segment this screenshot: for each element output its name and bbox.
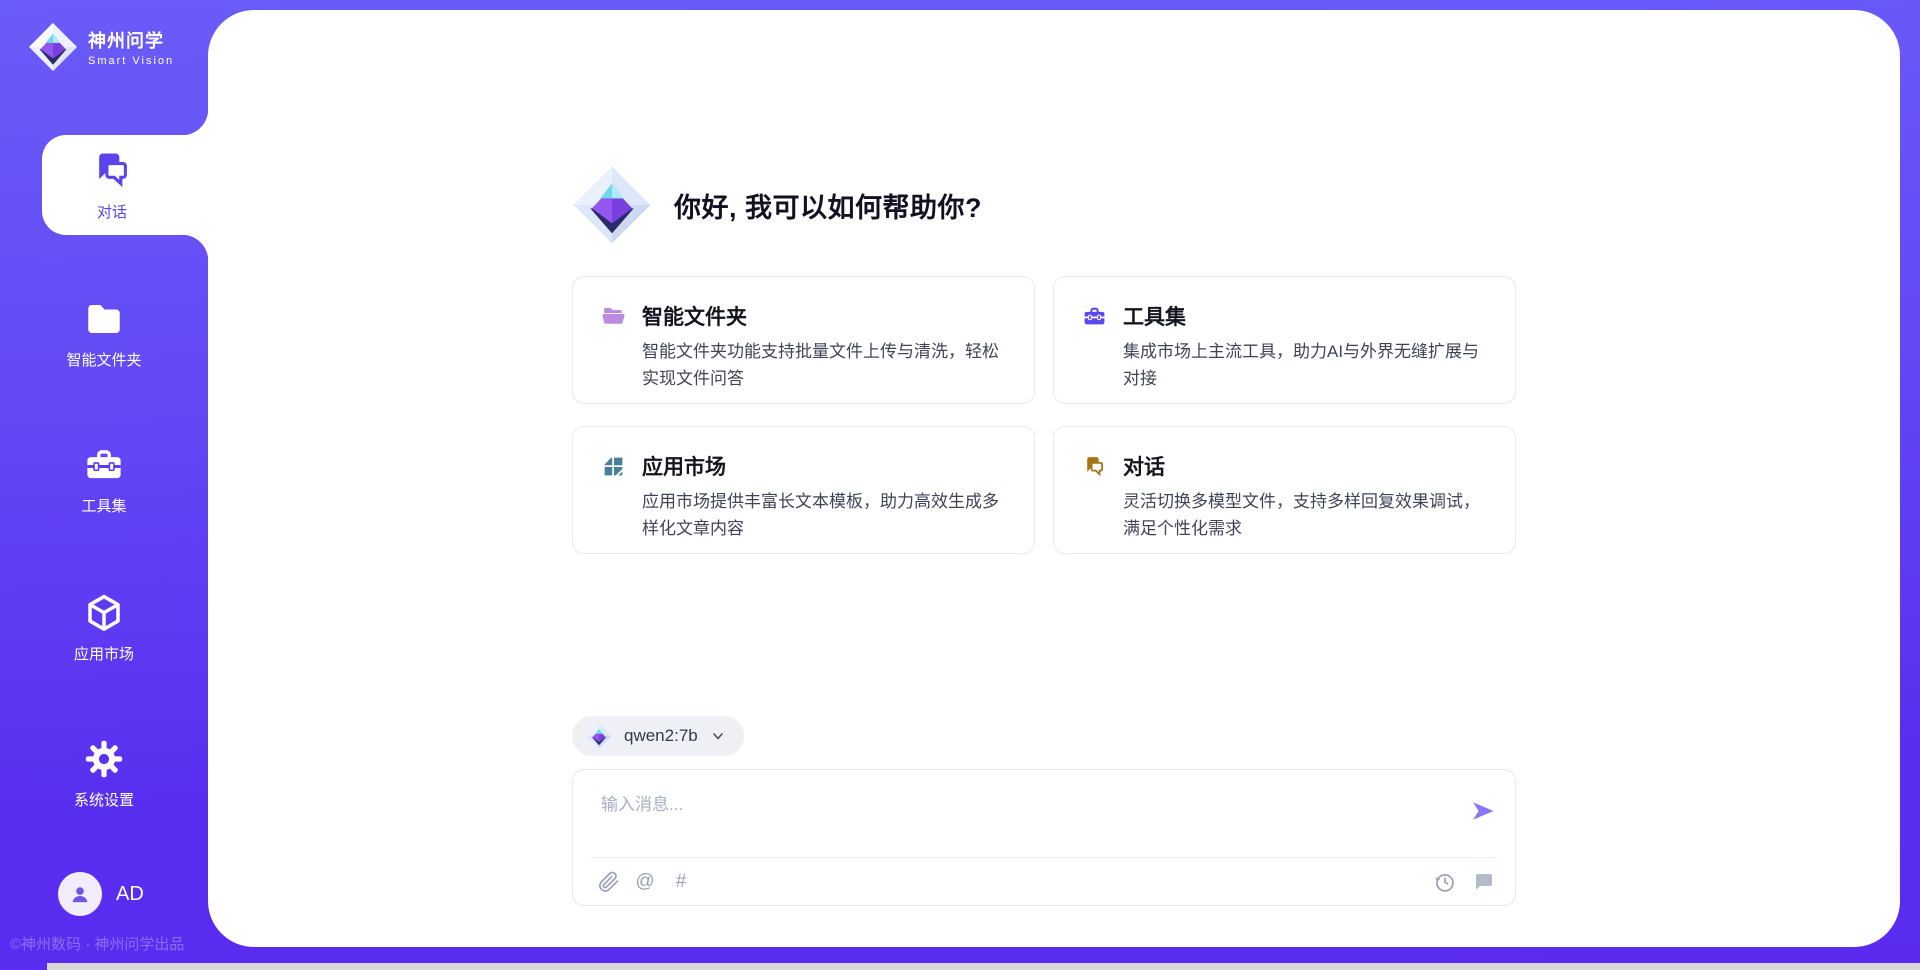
topic-button[interactable]: # <box>669 870 693 894</box>
paperclip-icon <box>597 870 621 894</box>
history-icon <box>1433 870 1457 894</box>
sidebar-item-chat[interactable]: 对话 <box>42 135 208 235</box>
app-logo: 神州问学 Smart Vision <box>28 22 174 72</box>
card-title: 应用市场 <box>642 451 726 481</box>
diamond-logo-icon <box>28 22 78 72</box>
toolbox-icon <box>83 444 125 486</box>
hash-icon: # <box>676 871 687 892</box>
sidebar-item-label: 对话 <box>97 201 127 222</box>
card-smart-folder[interactable]: 智能文件夹 智能文件夹功能支持批量文件上传与清洗，轻松实现文件问答 <box>572 276 1035 404</box>
composer-divider <box>591 857 1497 858</box>
sidebar-item-label: 工具集 <box>81 495 126 516</box>
message-composer: @ # <box>572 769 1516 906</box>
main-content: 你好, 我可以如何帮助你? 智能文件夹 智能文件夹功能支持批量文件上传与清洗，轻… <box>572 10 1516 947</box>
sidebar-item-label: 系统设置 <box>74 789 134 810</box>
card-title: 智能文件夹 <box>642 301 747 331</box>
send-button[interactable] <box>1469 797 1497 825</box>
avatar <box>58 872 102 916</box>
message-input[interactable] <box>601 790 1441 845</box>
gear-icon <box>83 738 125 780</box>
chat-icon <box>90 148 134 192</box>
user-initials: AD <box>116 883 144 906</box>
app-name: 神州问学 <box>88 27 174 53</box>
card-description: 智能文件夹功能支持批量文件上传与清洗，轻松实现文件问答 <box>642 338 1008 392</box>
feature-cards: 智能文件夹 智能文件夹功能支持批量文件上传与清洗，轻松实现文件问答 工具集 集成… <box>572 276 1516 554</box>
diamond-logo-icon <box>586 723 612 749</box>
sidebar-item-smart-folder[interactable]: 智能文件夹 <box>0 298 208 370</box>
folder-open-icon <box>601 304 626 329</box>
sidebar-item-settings[interactable]: 系统设置 <box>0 738 208 810</box>
sidebar: 神州问学 Smart Vision 对话 智能文件夹 工具集 <box>0 0 208 970</box>
card-title: 工具集 <box>1123 301 1186 331</box>
main-panel: 你好, 我可以如何帮助你? 智能文件夹 智能文件夹功能支持批量文件上传与清洗，轻… <box>208 10 1900 947</box>
chevron-down-icon <box>710 728 726 744</box>
attach-button[interactable] <box>597 870 621 894</box>
cube-icon <box>83 592 125 634</box>
chat-icon <box>1082 454 1107 479</box>
model-selector[interactable]: qwen2:7b <box>572 716 744 756</box>
greeting-text: 你好, 我可以如何帮助你? <box>674 186 982 225</box>
history-button[interactable] <box>1433 870 1457 894</box>
sidebar-item-toolset[interactable]: 工具集 <box>0 444 208 516</box>
app-subtitle: Smart Vision <box>88 55 174 67</box>
card-description: 集成市场上主流工具，助力AI与外界无缝扩展与对接 <box>1123 338 1489 392</box>
folder-icon <box>83 298 125 340</box>
card-description: 应用市场提供丰富长文本模板，助力高效生成多样化文章内容 <box>642 488 1008 542</box>
copyright-footer: ©神州数码 · 神州问学出品 <box>10 933 184 954</box>
grid-icon <box>601 454 626 479</box>
sidebar-item-app-market[interactable]: 应用市场 <box>0 592 208 664</box>
toolbox-icon <box>1082 304 1107 329</box>
card-toolset[interactable]: 工具集 集成市场上主流工具，助力AI与外界无缝扩展与对接 <box>1053 276 1516 404</box>
chat-bubble-icon <box>1471 870 1495 894</box>
user-profile[interactable]: AD <box>58 872 144 916</box>
send-icon <box>1469 797 1497 825</box>
mention-button[interactable]: @ <box>633 870 657 894</box>
card-title: 对话 <box>1123 451 1165 481</box>
at-icon: @ <box>635 871 654 892</box>
model-name: qwen2:7b <box>624 726 698 746</box>
sidebar-item-label: 应用市场 <box>74 643 134 664</box>
card-chat[interactable]: 对话 灵活切换多模型文件，支持多样回复效果调试，满足个性化需求 <box>1053 426 1516 554</box>
sidebar-item-label: 智能文件夹 <box>66 349 141 370</box>
card-app-market[interactable]: 应用市场 应用市场提供丰富长文本模板，助力高效生成多样化文章内容 <box>572 426 1035 554</box>
feedback-button[interactable] <box>1471 870 1495 894</box>
composer-toolbar: @ # <box>597 870 1495 894</box>
bottom-edge-strip <box>47 963 1920 970</box>
card-description: 灵活切换多模型文件，支持多样回复效果调试，满足个性化需求 <box>1123 488 1489 542</box>
person-icon <box>67 881 93 907</box>
diamond-logo-icon <box>572 165 652 245</box>
greeting: 你好, 我可以如何帮助你? <box>572 165 982 245</box>
